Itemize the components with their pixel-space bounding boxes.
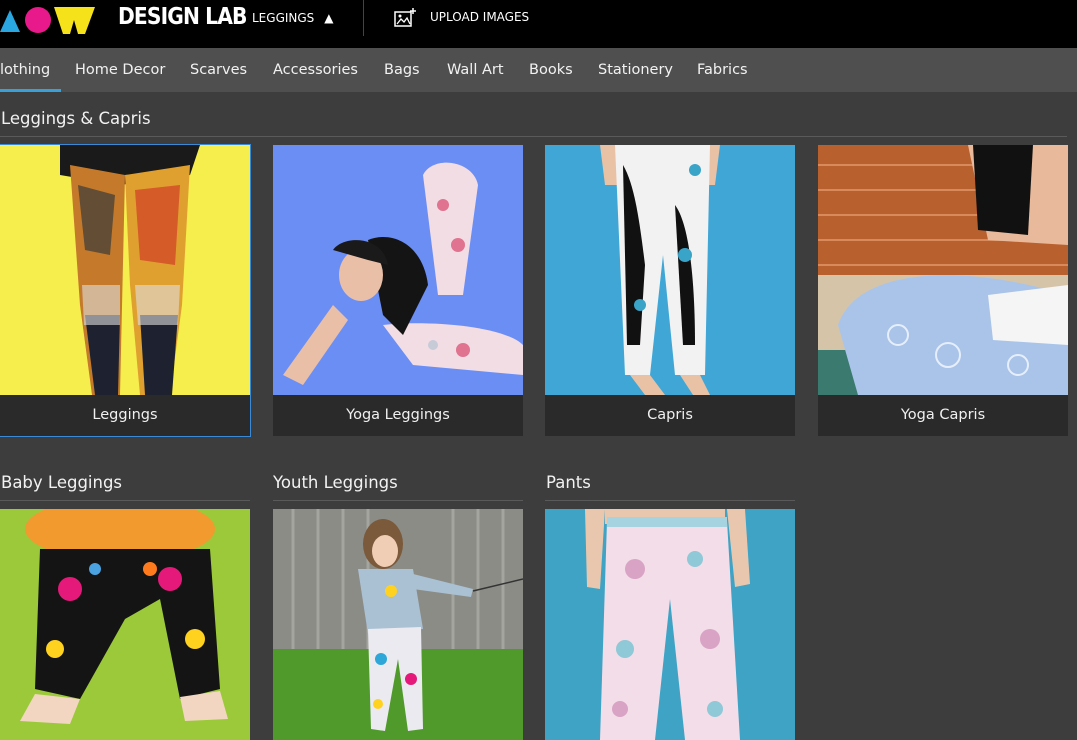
caret-up-icon: ▲ xyxy=(324,11,334,25)
upload-images-button[interactable]: UPLOAD IMAGES xyxy=(394,7,529,27)
product-selector-label: LEGGINGS xyxy=(252,11,315,25)
section-title-pants: Pants xyxy=(546,473,591,492)
section-divider xyxy=(273,500,523,501)
tab-fabrics[interactable]: Fabrics xyxy=(697,62,748,78)
tab-books[interactable]: Books xyxy=(529,62,573,78)
section-divider xyxy=(545,500,795,501)
product-card-leggings[interactable]: Leggings xyxy=(0,144,251,437)
product-label: Capris xyxy=(545,395,795,436)
product-label: Yoga Capris xyxy=(818,395,1068,436)
brand-logo[interactable] xyxy=(0,4,100,36)
header-divider xyxy=(363,0,364,36)
top-bar: DESIGN LAB LEGGINGS ▲ UPLOAD IMAGES xyxy=(0,0,1077,48)
tab-clothing[interactable]: lothing xyxy=(0,62,50,78)
tab-wall-art[interactable]: Wall Art xyxy=(447,62,504,78)
section-divider xyxy=(0,500,250,501)
tab-scarves[interactable]: Scarves xyxy=(190,62,247,78)
product-card-capris[interactable]: Capris xyxy=(545,145,795,436)
pants-image xyxy=(545,509,795,740)
image-upload-icon xyxy=(394,8,416,27)
brand-name[interactable]: DESIGN LAB xyxy=(118,4,247,30)
product-selector[interactable]: LEGGINGS ▲ xyxy=(252,11,334,25)
category-nav: lothing Home Decor Scarves Accessories B… xyxy=(0,48,1077,92)
yoga-leggings-image xyxy=(273,145,523,395)
product-label: Yoga Leggings xyxy=(273,395,523,436)
section-title-youth-leggings: Youth Leggings xyxy=(273,473,398,492)
product-card-pants[interactable] xyxy=(545,509,795,740)
upload-images-label: UPLOAD IMAGES xyxy=(430,10,530,24)
product-card-youth-leggings[interactable] xyxy=(273,509,523,740)
active-tab-indicator xyxy=(0,89,61,92)
product-label: Leggings xyxy=(0,395,250,436)
section-title-baby-leggings: Baby Leggings xyxy=(1,473,123,492)
baby-leggings-image xyxy=(0,509,250,740)
product-card-yoga-capris[interactable]: Yoga Capris xyxy=(818,145,1068,436)
capris-image xyxy=(545,145,795,395)
yoga-capris-image xyxy=(818,145,1068,395)
section-title-leggings-capris: Leggings & Capris xyxy=(1,109,151,128)
youth-leggings-image xyxy=(273,509,523,740)
product-card-yoga-leggings[interactable]: Yoga Leggings xyxy=(273,145,523,436)
section-divider xyxy=(0,136,1067,137)
tab-bags[interactable]: Bags xyxy=(384,62,420,78)
tab-home-decor[interactable]: Home Decor xyxy=(75,62,165,78)
tab-accessories[interactable]: Accessories xyxy=(273,62,358,78)
product-card-baby-leggings[interactable] xyxy=(0,509,250,740)
leggings-image xyxy=(0,145,250,395)
tab-stationery[interactable]: Stationery xyxy=(598,62,673,78)
